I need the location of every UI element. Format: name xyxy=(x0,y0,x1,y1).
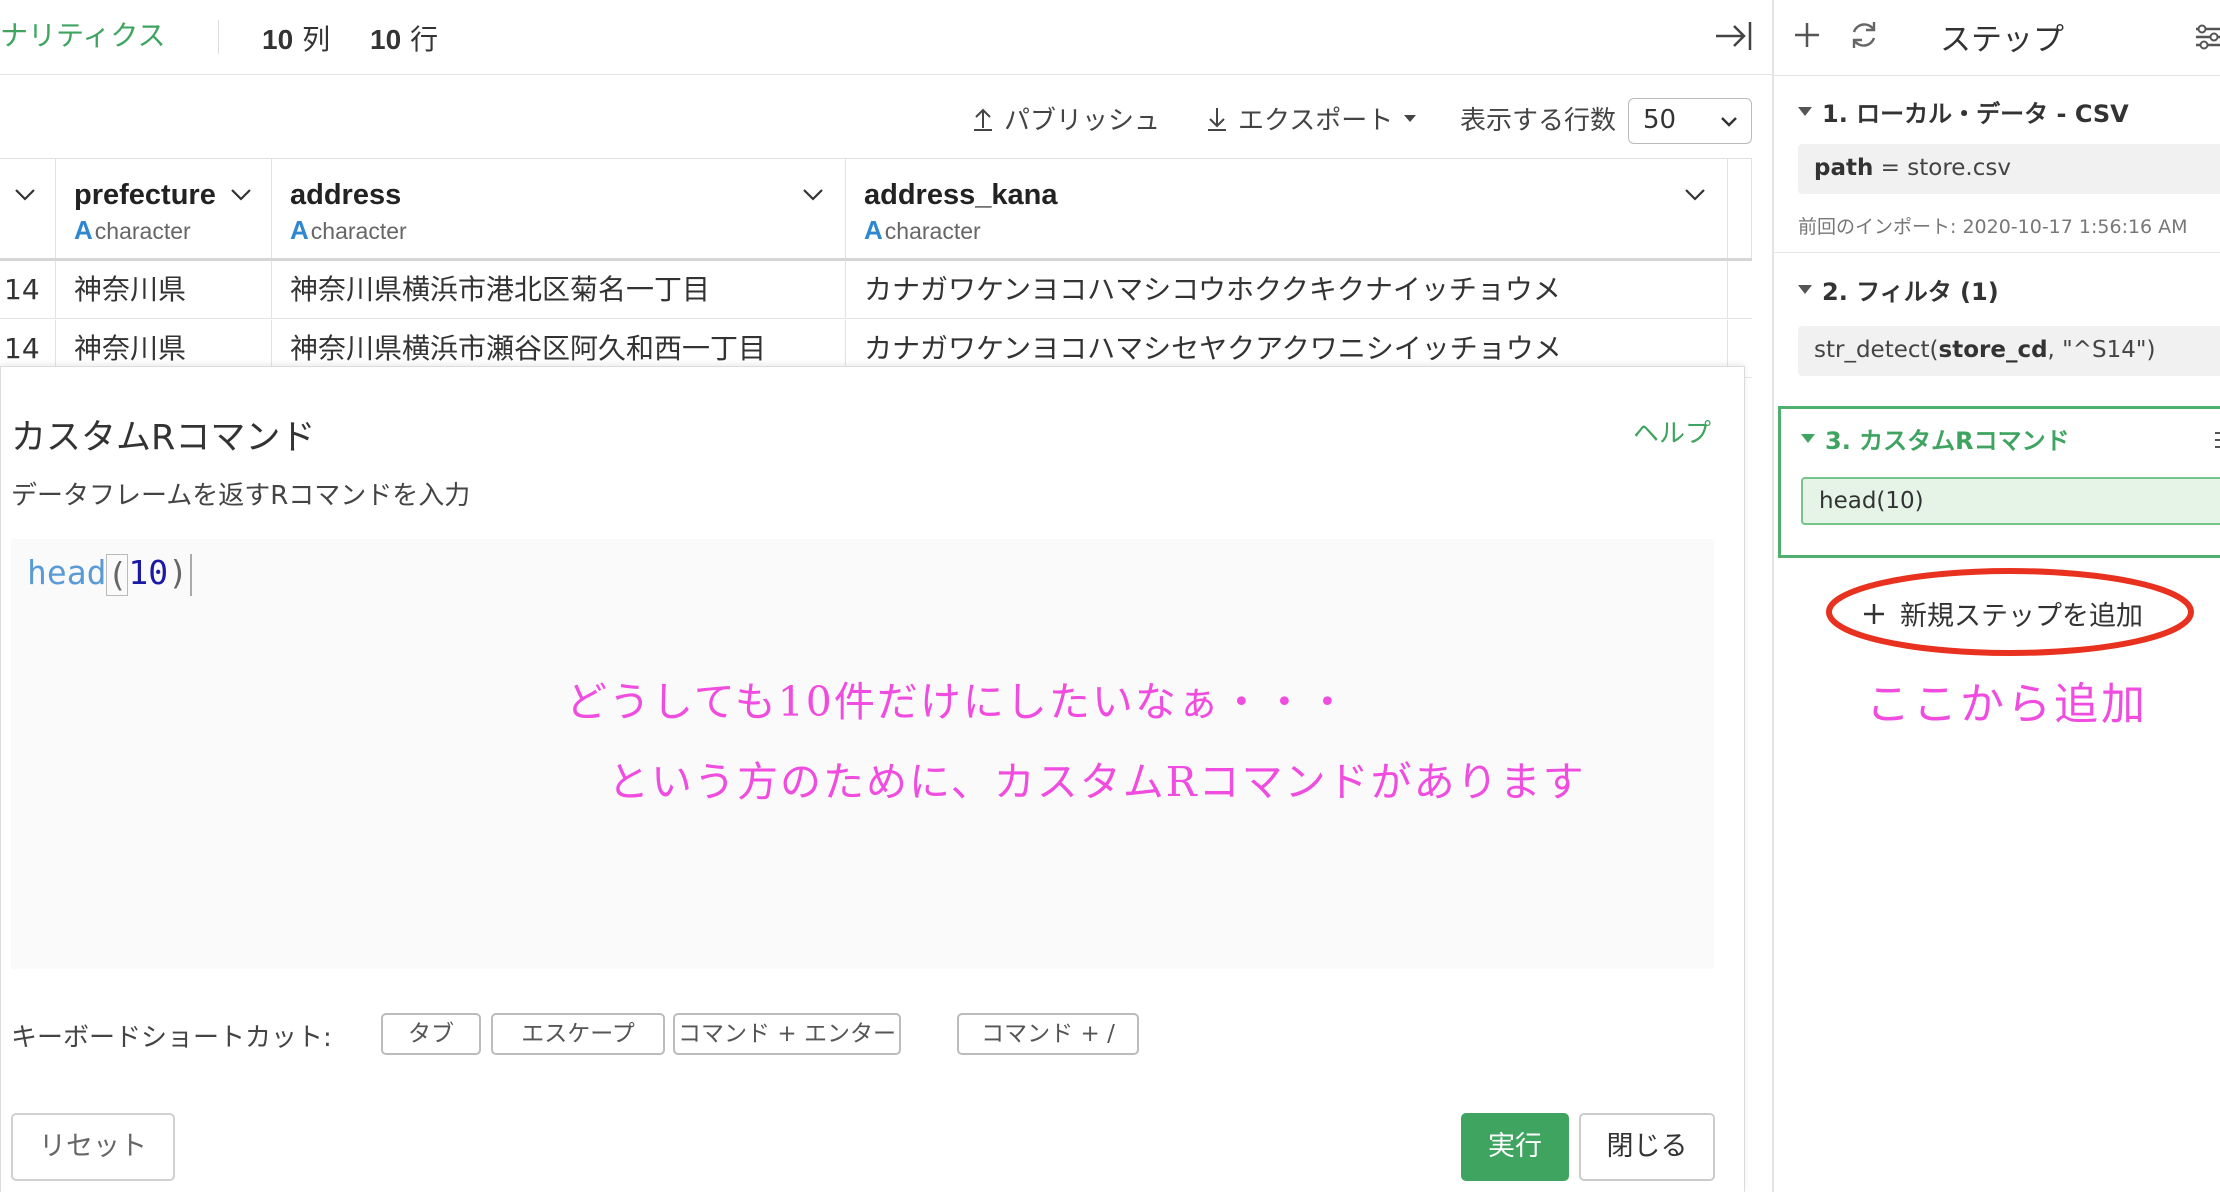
code-paren-close: ) xyxy=(168,553,188,592)
cell-address: 神奈川県横浜市港北区菊名一丁目 xyxy=(272,261,846,319)
column-name: address_kana xyxy=(864,179,1058,211)
help-link[interactable]: ヘルプ xyxy=(1633,413,1711,450)
refresh-icon[interactable] xyxy=(1848,18,1880,52)
column-type-label: character xyxy=(94,218,191,244)
column-header-id[interactable] xyxy=(0,158,56,258)
step-2-code-prefix: str_detect( xyxy=(1814,337,1939,363)
caret-down-icon[interactable] xyxy=(1798,107,1812,116)
column-name: address xyxy=(290,179,402,211)
annotation-line-1: どうしても10件だけにしたいなぁ・・・ xyxy=(566,678,1350,726)
column-count-value: 10 xyxy=(262,24,294,55)
settings-sliders-icon[interactable] xyxy=(2194,20,2220,54)
reset-button[interactable]: リセット xyxy=(11,1113,175,1181)
shortcut-cmd-slash: コマンド + / xyxy=(957,1013,1139,1055)
step-3-header[interactable]: 3. カスタムRコマンド xyxy=(1801,421,2070,456)
chevron-down-icon[interactable] xyxy=(1684,187,1706,203)
step-1-key: path xyxy=(1814,155,1874,181)
plus-icon xyxy=(1864,603,1884,624)
shortcut-tab: タブ xyxy=(381,1013,481,1055)
caret-down-icon[interactable] xyxy=(1801,434,1815,443)
row-count: 10 行 xyxy=(370,18,438,58)
column-header-address[interactable]: address Acharacter xyxy=(272,158,846,258)
shortcut-escape: エスケープ xyxy=(491,1013,665,1055)
step-3-detail[interactable]: head(10) xyxy=(1801,477,2220,525)
chevron-down-icon[interactable] xyxy=(230,187,252,203)
code-argument: 10 xyxy=(128,553,169,592)
step-1-import-note: 前回のインポート: 2020-10-17 1:56:16 AM xyxy=(1798,216,2188,238)
caret-down-icon[interactable] xyxy=(1798,285,1812,294)
column-name: prefecture xyxy=(74,179,216,211)
step-1-title: 1. ローカル・データ - CSV xyxy=(1822,100,2129,128)
steps-title: ステップ xyxy=(1940,22,2064,58)
table-row[interactable]: 14 神奈川県 神奈川県横浜市港北区菊名一丁目 カナガワケンヨコハマシコウホクク… xyxy=(0,261,1752,319)
character-type-icon: A xyxy=(864,215,883,245)
column-count-unit: 列 xyxy=(302,23,331,56)
step-2-code-suffix: , "^S14") xyxy=(2047,337,2156,363)
plus-icon[interactable] xyxy=(1792,18,1822,52)
add-step-label: 新規ステップを追加 xyxy=(1862,594,2143,633)
column-type-label: character xyxy=(884,218,981,244)
step-2-code-column: store_cd xyxy=(1938,337,2048,363)
annotation-line-2: という方のために、カスタムRコマンドがあります xyxy=(608,758,1586,806)
step-3-card[interactable]: 3. カスタムRコマンド head(10) xyxy=(1778,406,2220,558)
run-button[interactable]: 実行 xyxy=(1461,1113,1569,1181)
cell-prefecture: 神奈川県 xyxy=(56,261,272,319)
shortcut-cmd-enter: コマンド + エンター xyxy=(673,1013,901,1055)
column-type: Acharacter xyxy=(74,215,191,246)
divider xyxy=(1774,75,2220,76)
upload-icon xyxy=(974,108,992,131)
download-icon xyxy=(1208,107,1226,131)
column-header-next[interactable] xyxy=(1728,158,1752,258)
column-type-label: character xyxy=(310,218,407,244)
row-count-value: 10 xyxy=(370,24,402,55)
add-step-text: 新規ステップを追加 xyxy=(1900,601,2143,632)
code-function: head xyxy=(27,553,107,592)
chevron-down-icon xyxy=(1721,117,1737,127)
column-header-prefecture[interactable]: prefecture Acharacter xyxy=(56,158,272,258)
step-2-title: 2. フィルタ (1) xyxy=(1822,278,1999,306)
cell-address-kana: カナガワケンヨコハマシコウホククキクナイッチョウメ xyxy=(846,261,1728,319)
code-paren-open: ( xyxy=(106,553,129,596)
add-step-button[interactable]: 新規ステップを追加 xyxy=(1822,564,2198,660)
dialog-description: データフレームを返すRコマンドを入力 xyxy=(11,481,471,511)
row-count-unit: 行 xyxy=(410,23,439,56)
character-type-icon: A xyxy=(290,215,309,245)
column-count: 10 列 xyxy=(262,18,330,58)
rows-select-value: 50 xyxy=(1643,105,1677,135)
column-type: Acharacter xyxy=(290,215,407,246)
rows-label: 表示する行数 xyxy=(1460,106,1617,136)
chevron-down-icon[interactable] xyxy=(14,187,36,203)
divider xyxy=(1774,252,2220,253)
collapse-panel-icon[interactable] xyxy=(1712,16,1756,56)
step-2-detail[interactable]: str_detect(store_cd, "^S14") xyxy=(1798,326,2220,376)
chevron-down-icon[interactable] xyxy=(802,187,824,203)
step-3-title: 3. カスタムRコマンド xyxy=(1825,427,2070,455)
export-label: エクスポート xyxy=(1238,106,1394,136)
column-header-address-kana[interactable]: address_kana Acharacter xyxy=(846,158,1728,258)
character-type-icon: A xyxy=(74,215,93,245)
publish-button[interactable]: パブリッシュ xyxy=(972,100,1160,137)
app-title: ナリティクス xyxy=(0,19,166,52)
column-type: Acharacter xyxy=(864,215,981,246)
step-2-header[interactable]: 2. フィルタ (1) xyxy=(1798,272,1999,307)
top-bar: ナリティクス 10 列 10 行 xyxy=(0,0,1772,75)
step-1-detail[interactable]: path = store.csv xyxy=(1798,144,2220,194)
rows-select[interactable]: 50 xyxy=(1628,98,1752,144)
menu-icon[interactable] xyxy=(2213,429,2220,451)
shortcuts-label: キーボードショートカット: xyxy=(11,1023,332,1053)
divider xyxy=(218,20,219,54)
export-button[interactable]: エクスポート xyxy=(1206,100,1417,137)
dialog-title: カスタムRコマンド xyxy=(11,418,316,458)
annotation-add-here: ここから追加 xyxy=(1866,679,2148,730)
caret-down-icon xyxy=(1404,114,1417,122)
code-line: head(10) xyxy=(27,553,192,596)
text-cursor xyxy=(189,553,192,596)
cell-id: 14 xyxy=(0,261,56,319)
close-button[interactable]: 閉じる xyxy=(1579,1113,1715,1181)
step-1-value: = store.csv xyxy=(1873,155,2011,181)
publish-label: パブリッシュ xyxy=(1004,106,1161,136)
step-1-header[interactable]: 1. ローカル・データ - CSV xyxy=(1798,94,2129,129)
data-toolbar: パブリッシュ エクスポート 表示する行数 xyxy=(0,76,1772,158)
